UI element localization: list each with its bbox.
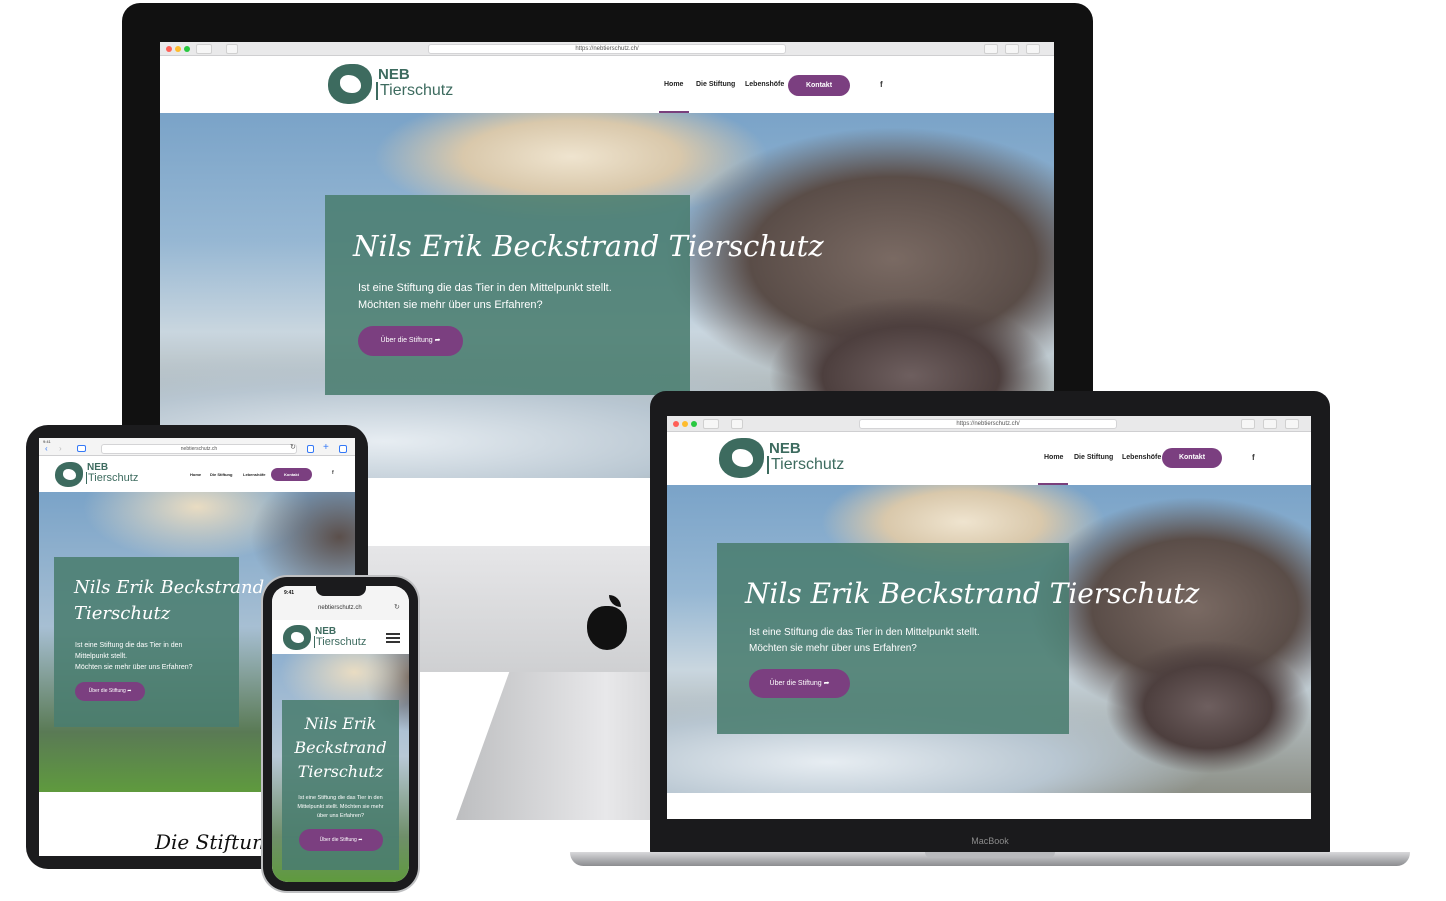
new-tab-icon[interactable]: +: [323, 442, 329, 453]
nav-die-stiftung[interactable]: Die Stiftung: [1074, 454, 1113, 461]
url-bar[interactable]: https://nebtierschutz.ch/: [859, 419, 1117, 429]
hero-panel: Nils Erik Beckstrand Tierschutz Ist eine…: [325, 195, 824, 395]
reload-icon[interactable]: ↻: [290, 443, 296, 451]
bookmarks-icon[interactable]: [77, 445, 86, 452]
ipad-url-bar[interactable]: nebtierschutz.ch: [101, 444, 297, 454]
hero-text-line-1: Ist eine Stiftung die das Tier in den Mi…: [749, 627, 980, 638]
facebook-icon[interactable]: f: [880, 80, 883, 89]
back-forward-icon[interactable]: [703, 419, 719, 429]
nav-die-stiftung[interactable]: Die Stiftung: [696, 81, 735, 88]
hero-title-line-2: Tierschutz: [74, 603, 171, 624]
back-icon[interactable]: ‹: [45, 444, 48, 453]
about-foundation-button[interactable]: Über die Stiftung ➦: [358, 326, 463, 356]
nav-lebenshoefe[interactable]: Lebenshöfe: [243, 472, 265, 477]
logo-icon[interactable]: [719, 438, 764, 478]
hero-title: Nils Erik Beckstrand Tierschutz: [745, 577, 1200, 610]
logo-neb[interactable]: NEB: [769, 440, 801, 457]
kontakt-button[interactable]: Kontakt: [788, 75, 850, 96]
close-dot-icon[interactable]: [673, 421, 679, 427]
hero-title: Nils Erik Beckstrand Tierschutz: [353, 229, 824, 263]
section-heading: Die Stiftung: [155, 830, 278, 854]
iphone-browser-bar: 9:41 nebtierschutz.ch ↻: [272, 586, 409, 620]
about-foundation-button[interactable]: Über die Stiftung ➦: [749, 669, 850, 698]
share-icon[interactable]: [1263, 419, 1277, 429]
logo-tierschutz[interactable]: Tierschutz: [376, 82, 453, 100]
logo-tierschutz[interactable]: Tierschutz: [767, 456, 844, 474]
ipad-browser-toolbar: 9:41 ‹ › nebtierschutz.ch ↻ +: [39, 438, 355, 456]
hero-title-line-1: Nils Erik Beckstrand: [74, 577, 265, 598]
minimize-dot-icon[interactable]: [682, 421, 688, 427]
download-icon[interactable]: [1241, 419, 1255, 429]
macbook-notch: [925, 852, 1055, 858]
logo-icon[interactable]: [328, 64, 372, 104]
nav-die-stiftung[interactable]: Die Stiftung: [210, 472, 232, 477]
reload-icon[interactable]: ↻: [394, 603, 400, 611]
share-icon[interactable]: [1005, 44, 1019, 54]
tabs-icon[interactable]: [339, 445, 347, 453]
hero-text-line-1: Ist eine Stiftung die das Tier in den Mi…: [358, 282, 612, 294]
browser-toolbar: https://nebtierschutz.ch/: [160, 42, 1054, 56]
minimize-dot-icon[interactable]: [175, 46, 181, 52]
logo-tierschutz[interactable]: Tierschutz: [314, 636, 366, 648]
hero-text-line-2: Mittelpunkt stellt.: [75, 653, 128, 660]
sidebar-icon[interactable]: [731, 419, 743, 429]
macbook-screen: https://nebtierschutz.ch/ NEB Tierschutz…: [667, 416, 1311, 819]
hero-text-line-3: Möchten sie mehr über uns Erfahren?: [75, 664, 193, 671]
hero-text-line-2: Möchten sie mehr über uns Erfahren?: [749, 643, 917, 654]
url-bar[interactable]: https://nebtierschutz.ch/: [428, 44, 786, 54]
hero-title-line-3: Tierschutz: [297, 762, 384, 781]
facebook-icon[interactable]: f: [1252, 453, 1255, 462]
iphone-status-time: 9:41: [284, 590, 295, 596]
hero-text: Ist eine Stiftung die das Tier in den Mi…: [297, 795, 384, 819]
hero-panel: Nils Erik Beckstrand Tierschutz Ist eine…: [54, 557, 264, 727]
iphone-hero: Nils Erik Beckstrand Tierschutz Ist eine…: [272, 654, 409, 882]
site-header: NEB Tierschutz Home Die Stiftung Lebensh…: [160, 56, 1054, 113]
sidebar-icon[interactable]: [226, 44, 238, 54]
nav-lebenshoefe[interactable]: Lebenshöfe: [1122, 454, 1161, 461]
iphone-screen: 9:41 nebtierschutz.ch ↻ NEB Tierschutz N…: [272, 586, 409, 882]
share-icon[interactable]: [307, 445, 314, 453]
nav-home[interactable]: Home: [664, 81, 683, 88]
logo-icon[interactable]: [55, 462, 83, 487]
hero-title-line-1: Nils Erik: [304, 714, 377, 733]
zoom-dot-icon[interactable]: [184, 46, 190, 52]
iphone-site-header: NEB Tierschutz: [272, 620, 409, 654]
tabs-icon[interactable]: [1026, 44, 1040, 54]
hero-panel: Nils Erik Beckstrand Tierschutz Ist eine…: [282, 700, 399, 870]
site-header: NEB Tierschutz Home Die Stiftung Lebensh…: [667, 432, 1311, 485]
iphone-url[interactable]: nebtierschutz.ch: [318, 605, 362, 611]
hero-text-line-2: Möchten sie mehr über uns Erfahren?: [358, 299, 543, 311]
forward-icon[interactable]: ›: [59, 444, 62, 453]
hero-section: Nils Erik Beckstrand Tierschutz Ist eine…: [667, 485, 1311, 793]
logo-neb[interactable]: NEB: [378, 66, 410, 83]
about-foundation-button[interactable]: Über die Stiftung ➦: [299, 829, 383, 851]
zoom-dot-icon[interactable]: [691, 421, 697, 427]
tabs-icon[interactable]: [1285, 419, 1299, 429]
about-foundation-button[interactable]: Über die Stiftung ➦: [75, 682, 145, 701]
back-forward-icon[interactable]: [196, 44, 212, 54]
hero-panel: Nils Erik Beckstrand Tierschutz Ist eine…: [717, 543, 1199, 734]
hero-title-line-2: Beckstrand: [294, 738, 387, 757]
close-dot-icon[interactable]: [166, 46, 172, 52]
nav-lebenshoefe[interactable]: Lebenshöfe: [745, 81, 784, 88]
kontakt-button[interactable]: Kontakt: [271, 468, 312, 481]
facebook-icon[interactable]: f: [332, 470, 334, 476]
macbook-label: MacBook: [971, 836, 1009, 846]
apple-logo-icon: [587, 606, 627, 650]
kontakt-button[interactable]: Kontakt: [1162, 448, 1222, 468]
logo-icon[interactable]: [283, 625, 311, 650]
hero-text-line-1: Ist eine Stiftung die das Tier in den: [75, 642, 183, 649]
download-icon[interactable]: [984, 44, 998, 54]
nav-home[interactable]: Home: [190, 472, 201, 477]
ipad-site-header: NEB Tierschutz Home Die Stiftung Lebensh…: [39, 456, 355, 492]
nav-home[interactable]: Home: [1044, 454, 1063, 461]
iphone-notch: [316, 586, 366, 596]
hamburger-menu-icon[interactable]: [386, 633, 400, 635]
browser-toolbar: https://nebtierschutz.ch/: [667, 416, 1311, 432]
logo-tierschutz[interactable]: Tierschutz: [86, 472, 138, 484]
